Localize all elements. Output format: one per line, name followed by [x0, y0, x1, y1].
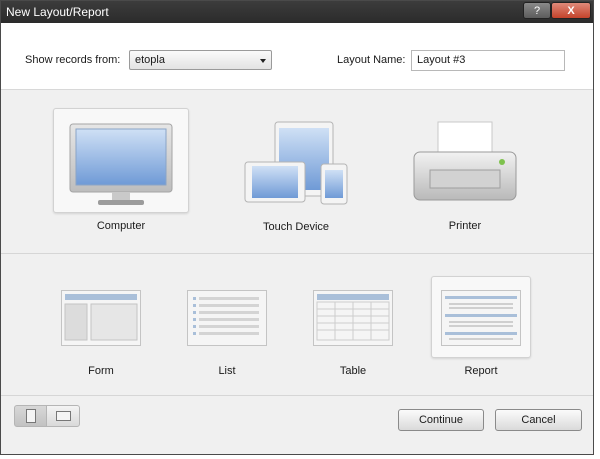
layout-name-field[interactable]: Layout #3 [411, 50, 565, 71]
layout-table[interactable]: Table [301, 274, 405, 384]
records-select[interactable]: etopla [129, 50, 272, 70]
records-label: Show records from: [25, 54, 121, 66]
layout-label: Form [88, 365, 114, 377]
layout-label: Table [339, 365, 367, 377]
continue-button[interactable]: Continue [398, 409, 484, 431]
device-section: Computer Touch Device Printer [1, 90, 593, 254]
layout-label: Report [464, 365, 498, 377]
device-label: Computer [96, 220, 146, 232]
device-printer[interactable]: Printer [406, 108, 524, 238]
title-bar: New Layout/Report ? X [1, 1, 593, 23]
landscape-toggle[interactable] [46, 405, 80, 427]
layout-name-value: Layout #3 [417, 54, 466, 66]
section-divider [1, 395, 593, 396]
computer-icon [69, 123, 173, 205]
new-layout-dialog: New Layout/Report ? X Show records from:… [0, 0, 594, 455]
device-label: Printer [448, 220, 482, 232]
list-layout-icon [187, 290, 267, 346]
chevron-down-icon [260, 59, 266, 63]
portrait-toggle[interactable] [14, 405, 47, 427]
layout-label: List [218, 365, 236, 377]
portrait-icon [26, 409, 36, 423]
close-button[interactable]: X [551, 2, 591, 19]
layout-name-label: Layout Name: [337, 54, 406, 66]
layout-list[interactable]: List [175, 274, 279, 384]
printer-icon [413, 121, 517, 201]
report-layout-icon [441, 290, 521, 346]
records-select-value: etopla [135, 54, 165, 66]
landscape-icon [56, 411, 71, 421]
device-label: Touch Device [262, 221, 330, 233]
layout-section: Form List Table Report [1, 254, 593, 394]
window-title: New Layout/Report [6, 5, 109, 19]
layout-form[interactable]: Form [49, 274, 153, 384]
touch-device-icon [244, 121, 348, 205]
options-bar: Show records from: etopla Layout Name: L… [1, 23, 593, 90]
help-button[interactable]: ? [523, 2, 551, 19]
table-layout-icon [313, 290, 393, 346]
device-touch[interactable]: Touch Device [237, 108, 355, 238]
device-computer[interactable]: Computer [53, 108, 189, 238]
cancel-button[interactable]: Cancel [495, 409, 582, 431]
layout-report[interactable]: Report [431, 274, 531, 384]
form-layout-icon [61, 290, 141, 346]
